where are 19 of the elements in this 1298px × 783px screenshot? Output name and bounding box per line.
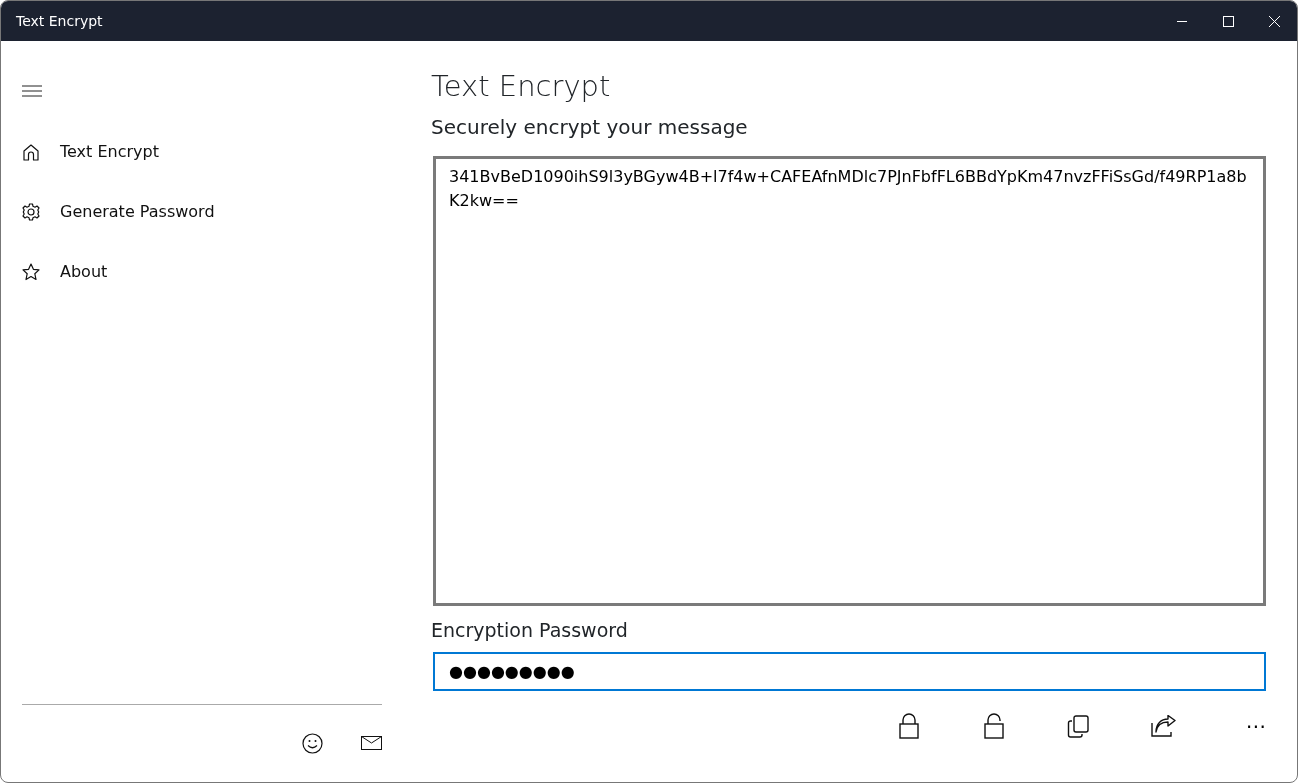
mail-icon[interactable] xyxy=(361,736,382,750)
message-field[interactable]: 341BvBeD1090ihS9l3yBGyw4B+l7f4w+CAFEAfnMDlc7PJnFbfFL6BBdYpKm47nvzFFiSsGd/f49RP1a8bK2kw== xyxy=(433,155,1266,606)
password-label: Encryption Password xyxy=(431,617,629,643)
password-field[interactable]: ●●●●●●●●● xyxy=(433,652,1266,692)
more-button[interactable]: ⋯ xyxy=(1206,716,1266,737)
page-subtitle: Securely encrypt your message xyxy=(431,113,749,141)
window-title: Text Encrypt xyxy=(16,11,104,31)
nav-item[interactable]: Generate Password xyxy=(60,200,215,224)
menu-icon[interactable] xyxy=(22,85,42,97)
settings-icon xyxy=(22,203,40,221)
page-title: Text Encrypt xyxy=(431,69,612,104)
nav-item[interactable]: Text Encrypt xyxy=(60,140,159,164)
nav-item[interactable]: About xyxy=(60,260,108,284)
home-icon xyxy=(22,143,40,161)
smiley-icon[interactable] xyxy=(302,732,323,754)
minimize-icon[interactable] xyxy=(1177,20,1187,22)
close-icon[interactable] xyxy=(1268,15,1280,27)
maximize-icon[interactable] xyxy=(1222,15,1234,27)
star-icon xyxy=(22,263,40,281)
